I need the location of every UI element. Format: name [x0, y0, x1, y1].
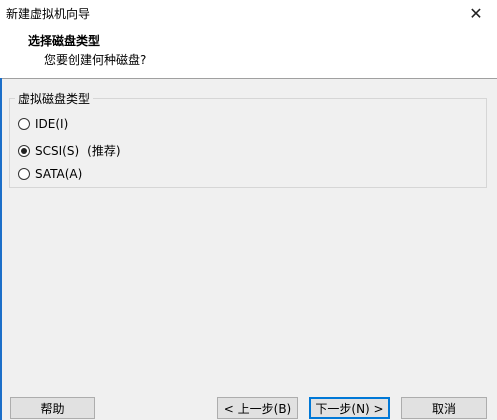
radio-option-scsi[interactable]: SCSI(S) (推荐) [18, 142, 121, 159]
page-subtitle: 您要创建何种磁盘? [44, 53, 147, 67]
title-bar: 新建虚拟机向导 ✕ [0, 0, 497, 26]
radio-option-sata[interactable]: SATA(A) [18, 167, 82, 181]
page-title: 选择磁盘类型 [28, 34, 101, 48]
disk-type-group: 虚拟磁盘类型 IDE(I) SCSI(S) (推荐) SATA(A) [9, 90, 487, 188]
radio-label-sata: SATA(A) [35, 167, 83, 181]
wizard-header: 选择磁盘类型 您要创建何种磁盘? [0, 26, 497, 79]
new-vm-wizard-dialog: 新建虚拟机向导 ✕ 选择磁盘类型 您要创建何种磁盘? 虚拟磁盘类型 IDE(I)… [0, 0, 497, 420]
radio-button-scsi[interactable] [18, 144, 30, 157]
cancel-button[interactable]: 取消 [401, 397, 487, 419]
next-button[interactable]: 下一步(N) > [309, 397, 390, 419]
help-button[interactable]: 帮助 [10, 397, 95, 419]
radio-selected-dot [21, 147, 27, 154]
radio-label-scsi: SCSI(S) [35, 143, 80, 158]
window-edge [0, 78, 2, 420]
window-title: 新建虚拟机向导 [6, 7, 91, 21]
radio-label-ide: IDE(I) [35, 117, 69, 131]
recommended-label: (推荐) [87, 144, 121, 158]
radio-option-ide[interactable]: IDE(I) [18, 117, 68, 131]
close-icon[interactable]: ✕ [455, 0, 497, 26]
radio-button-sata[interactable] [18, 168, 30, 180]
radio-button-ide[interactable] [18, 118, 30, 130]
group-legend: 虚拟磁盘类型 [15, 90, 94, 107]
back-button[interactable]: < 上一步(B) [217, 397, 298, 419]
